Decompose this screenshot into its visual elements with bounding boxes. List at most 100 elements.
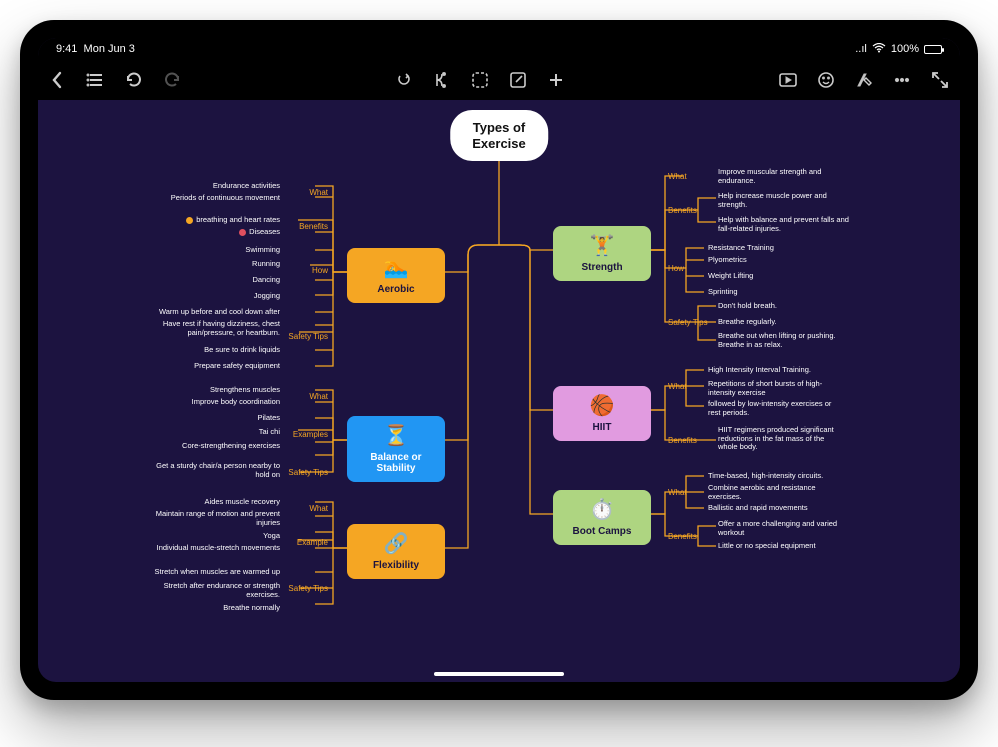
sub-what[interactable]: What — [309, 188, 328, 197]
ball-icon: 🏀 — [559, 396, 645, 416]
leaf[interactable]: Yoga — [263, 532, 280, 541]
leaf[interactable]: Help increase muscle power and strength. — [718, 192, 827, 209]
leaf[interactable]: Diseases — [239, 228, 280, 237]
status-bar: 9:41 Mon Jun 3 ..ıl 100% — [38, 38, 960, 60]
play-icon[interactable] — [778, 70, 798, 90]
leaf[interactable]: Resistance Training — [708, 244, 774, 253]
leaf[interactable]: High Intensity Interval Training. — [708, 366, 811, 375]
flex-icon: 🔗 — [353, 534, 439, 554]
leaf[interactable]: Time-based, high-intensity circuits. — [708, 472, 823, 481]
leaf[interactable]: Prepare safety equipment — [194, 362, 280, 371]
leaf[interactable]: Improve body coordination — [192, 398, 280, 407]
sub-what[interactable]: What — [668, 488, 687, 497]
node-hiit-label: HIIT — [593, 422, 612, 433]
leaf[interactable]: Endurance activities — [213, 182, 280, 191]
sub-what[interactable]: What — [309, 504, 328, 513]
toolbar — [38, 60, 960, 100]
sub-how[interactable]: How — [668, 264, 684, 273]
mindmap-canvas[interactable]: Types of Exercise 🏊 Aerobic ⏳ Balance or… — [38, 100, 960, 682]
node-balance[interactable]: ⏳ Balance or Stability — [347, 416, 445, 482]
balance-icon: ⏳ — [353, 426, 439, 446]
leaf[interactable]: Don't hold breath. — [718, 302, 777, 311]
leaf[interactable]: Help with balance and prevent falls and … — [718, 216, 849, 233]
link-icon[interactable] — [394, 70, 414, 90]
leaf[interactable]: Running — [252, 260, 280, 269]
sub-example[interactable]: Example — [297, 538, 328, 547]
leaf[interactable]: HIIT regimens produced significant reduc… — [718, 426, 834, 452]
leaf[interactable]: Strengthens muscles — [210, 386, 280, 395]
root-line1: Types of — [472, 120, 526, 136]
sub-safety[interactable]: Safety Tips — [288, 468, 328, 477]
add-icon[interactable] — [546, 70, 566, 90]
node-balance-label: Balance or Stability — [370, 452, 421, 474]
leaf[interactable]: Jogging — [254, 292, 280, 301]
sub-benefits[interactable]: Benefits — [668, 532, 697, 541]
sub-safety[interactable]: Safety Tips — [288, 584, 328, 593]
sub-examples[interactable]: Examples — [293, 430, 328, 439]
leaf[interactable]: Warm up before and cool down after — [159, 308, 280, 317]
expand-icon[interactable] — [930, 70, 950, 90]
leaf[interactable]: Pilates — [257, 414, 280, 423]
node-flex-label: Flexibility — [373, 560, 419, 571]
swimming-icon: 🏊 — [353, 258, 439, 278]
home-indicator[interactable] — [434, 672, 564, 676]
leaf[interactable]: Ballistic and rapid movements — [708, 504, 808, 513]
leaf[interactable]: Offer a more challenging and varied work… — [718, 520, 837, 537]
sub-what[interactable]: What — [668, 172, 687, 181]
sub-benefits[interactable]: Benefits — [668, 206, 697, 215]
leaf[interactable]: Repetitions of short bursts of high- int… — [708, 380, 822, 397]
list-icon[interactable] — [86, 70, 106, 90]
leaf[interactable]: Maintain range of motion and prevent inj… — [156, 510, 280, 527]
back-icon[interactable] — [48, 70, 68, 90]
leaf[interactable]: Sprinting — [708, 288, 738, 297]
leaf[interactable]: Combine aerobic and resistance exercises… — [708, 484, 816, 501]
stopwatch-icon: ⏱️ — [559, 500, 645, 520]
leaf[interactable]: Tai chi — [259, 428, 280, 437]
sub-benefits[interactable]: Benefits — [668, 436, 697, 445]
leaf[interactable]: Plyometrics — [708, 256, 747, 265]
more-icon[interactable] — [892, 70, 912, 90]
leaf[interactable]: Be sure to drink liquids — [204, 346, 280, 355]
branch-icon[interactable] — [432, 70, 452, 90]
undo-icon[interactable] — [124, 70, 144, 90]
sub-safety[interactable]: Safety Tips — [668, 318, 708, 327]
root-node[interactable]: Types of Exercise — [450, 110, 548, 161]
sub-benefits[interactable]: Benefits — [299, 222, 328, 231]
sub-safety[interactable]: Safety Tips — [288, 332, 328, 341]
node-flexibility[interactable]: 🔗 Flexibility — [347, 524, 445, 579]
edit-icon[interactable] — [508, 70, 528, 90]
node-bootcamps[interactable]: ⏱️ Boot Camps — [553, 490, 651, 545]
sub-what[interactable]: What — [309, 392, 328, 401]
leaf[interactable]: Periods of continuous movement — [171, 194, 280, 203]
leaf[interactable]: Swimming — [245, 246, 280, 255]
leaf[interactable]: breathing and heart rates — [186, 216, 280, 225]
leaf[interactable]: Breathe out when lifting or pushing. Bre… — [718, 332, 836, 349]
redo-icon[interactable] — [162, 70, 182, 90]
leaf[interactable]: Improve muscular strength and endurance. — [718, 168, 821, 185]
node-hiit[interactable]: 🏀 HIIT — [553, 386, 651, 441]
leaf[interactable]: followed by low-intensity exercises or r… — [708, 400, 831, 417]
emoji-icon[interactable] — [816, 70, 836, 90]
leaf[interactable]: Individual muscle-stretch movements — [157, 544, 280, 553]
leaf[interactable]: Breathe regularly. — [718, 318, 777, 327]
sub-how[interactable]: How — [312, 266, 328, 275]
leaf[interactable]: Little or no special equipment — [718, 542, 816, 551]
status-left: 9:41 Mon Jun 3 — [56, 43, 135, 55]
leaf[interactable]: Have rest if having dizziness, chest pai… — [163, 320, 280, 337]
leaf[interactable]: Breathe normally — [223, 604, 280, 613]
leaf[interactable]: Dancing — [252, 276, 280, 285]
status-time: 9:41 — [56, 43, 77, 55]
leaf[interactable]: Core-strengthening exercises — [182, 442, 280, 451]
leaf[interactable]: Weight Lifting — [708, 272, 753, 281]
leaf[interactable]: Stretch when muscles are warmed up — [155, 568, 280, 577]
node-strength[interactable]: 🏋️ Strength — [553, 226, 651, 281]
sub-what[interactable]: What — [668, 382, 687, 391]
style-icon[interactable] — [854, 70, 874, 90]
select-icon[interactable] — [470, 70, 490, 90]
leaf[interactable]: Stretch after endurance or strength exer… — [164, 582, 280, 599]
wifi-icon — [872, 43, 886, 56]
leaf[interactable]: Aides muscle recovery — [205, 498, 280, 507]
node-aerobic[interactable]: 🏊 Aerobic — [347, 248, 445, 303]
leaf[interactable]: Get a sturdy chair/a person nearby to ho… — [156, 462, 280, 479]
screen: 9:41 Mon Jun 3 ..ıl 100% — [38, 38, 960, 682]
